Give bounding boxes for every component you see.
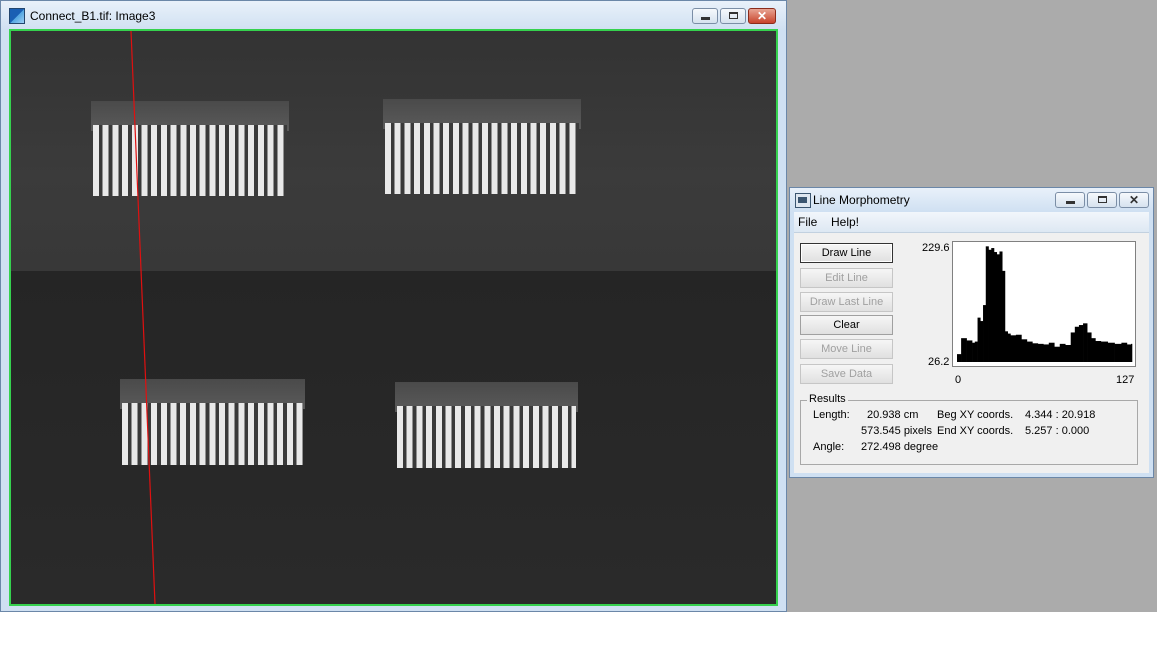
edit-line-button: Edit Line — [800, 268, 893, 288]
profile-bar — [1114, 343, 1122, 362]
profile-bar — [1048, 342, 1055, 362]
window-title: Connect_B1.tif: Image3 — [30, 9, 156, 23]
profile-bar — [1007, 333, 1011, 362]
profile-bar — [1043, 344, 1050, 362]
profile-bar — [1070, 332, 1076, 362]
length-cm-value: 20.938 cm — [867, 409, 919, 421]
profile-bar — [1095, 341, 1102, 362]
angle-value: 272.498 degree — [861, 441, 939, 453]
maximize-icon — [729, 12, 738, 19]
draw-last-line-button: Draw Last Line — [800, 292, 893, 312]
profile-bar — [1100, 341, 1109, 362]
profile-bar — [957, 354, 962, 362]
y-min-label: 26.2 — [928, 356, 950, 368]
dialog-maximize-button[interactable] — [1087, 192, 1117, 208]
profile-bar — [1021, 339, 1028, 362]
profile-bar — [1121, 342, 1128, 362]
menu-bar: File Help! — [794, 212, 1149, 233]
profile-bar — [1059, 343, 1066, 362]
profile-bar — [961, 338, 967, 362]
dialog-minimize-button[interactable] — [1055, 192, 1085, 208]
clear-button[interactable]: Clear — [800, 315, 893, 335]
profile-bar — [1065, 345, 1072, 362]
profile-bar — [1074, 326, 1080, 362]
menu-file[interactable]: File — [798, 215, 817, 229]
profile-bar — [991, 248, 995, 362]
line-morphometry-dialog: Line Morphometry ✕ File Help! Draw Line … — [789, 187, 1154, 478]
beg-coords-value: 4.344 : 20.918 — [1025, 409, 1096, 421]
dialog-body: Draw Line Edit Line Draw Last Line Clear… — [794, 233, 1149, 473]
profile-bar — [1083, 323, 1088, 362]
minimize-icon — [701, 17, 710, 20]
profile-bar — [980, 321, 984, 362]
close-icon: ✕ — [1128, 193, 1140, 207]
profile-bar — [966, 340, 973, 362]
profile-bar — [977, 317, 981, 362]
length-pixels-value: 573.545 pixels — [861, 425, 932, 437]
end-coords-label: End XY coords. — [937, 425, 1014, 437]
move-line-button: Move Line — [800, 339, 893, 359]
profile-bar — [1131, 343, 1133, 362]
dialog-app-icon — [795, 193, 811, 208]
profile-bar — [1015, 334, 1022, 362]
profile-bar — [999, 251, 1003, 362]
profile-bar — [996, 254, 1000, 362]
measurement-line[interactable] — [11, 31, 776, 604]
dialog-close-button[interactable]: ✕ — [1119, 192, 1149, 208]
profile-bar — [1087, 332, 1092, 362]
x-min-label: 0 — [955, 374, 962, 386]
line-profile-plot — [952, 241, 1136, 367]
close-button[interactable]: ✕ — [748, 8, 776, 24]
minimize-button[interactable] — [692, 8, 718, 24]
profile-bar — [985, 246, 989, 362]
profile-bar — [1078, 325, 1084, 362]
dialog-title: Line Morphometry — [813, 193, 910, 207]
draw-line-button[interactable]: Draw Line — [800, 243, 893, 263]
image-window: Connect_B1.tif: Image3 ✕ — [0, 0, 787, 612]
maximize-icon — [1098, 196, 1107, 203]
beg-coords-label: Beg XY coords. — [937, 409, 1014, 421]
profile-bar — [972, 342, 976, 362]
profile-bar — [1037, 343, 1044, 362]
results-legend: Results — [807, 393, 848, 405]
profile-bar — [1002, 270, 1006, 362]
save-data-button: Save Data — [800, 364, 893, 384]
results-group: Results Length: 20.938 cm 573.545 pixels… — [800, 393, 1138, 465]
menu-help[interactable]: Help! — [831, 215, 859, 229]
x-max-label: 127 — [1116, 374, 1135, 386]
profile-bar — [1010, 335, 1017, 362]
profile-bar — [1032, 343, 1039, 362]
minimize-icon — [1066, 201, 1075, 204]
app-icon — [9, 8, 25, 24]
profile-bar — [988, 249, 992, 362]
profile-bar — [983, 305, 987, 362]
profile-bar — [1004, 331, 1008, 362]
profile-bar — [1026, 341, 1033, 362]
dialog-titlebar[interactable]: Line Morphometry ✕ — [790, 188, 1153, 212]
close-icon: ✕ — [756, 9, 768, 23]
angle-label: Angle: — [813, 441, 845, 453]
y-max-label: 229.6 — [922, 242, 950, 254]
end-coords-value: 5.257 : 0.000 — [1025, 425, 1090, 437]
maximize-button[interactable] — [720, 8, 746, 24]
profile-bar — [1054, 346, 1061, 362]
image-window-titlebar[interactable]: Connect_B1.tif: Image3 ✕ — [1, 1, 786, 31]
profile-chart — [957, 246, 1133, 362]
image-canvas[interactable] — [9, 29, 778, 606]
profile-bar — [1107, 342, 1115, 362]
profile-bar — [993, 252, 998, 362]
profile-bar — [1126, 344, 1132, 362]
length-label: Length: — [813, 409, 850, 421]
profile-bar — [1091, 338, 1096, 362]
profile-bar — [974, 341, 978, 362]
